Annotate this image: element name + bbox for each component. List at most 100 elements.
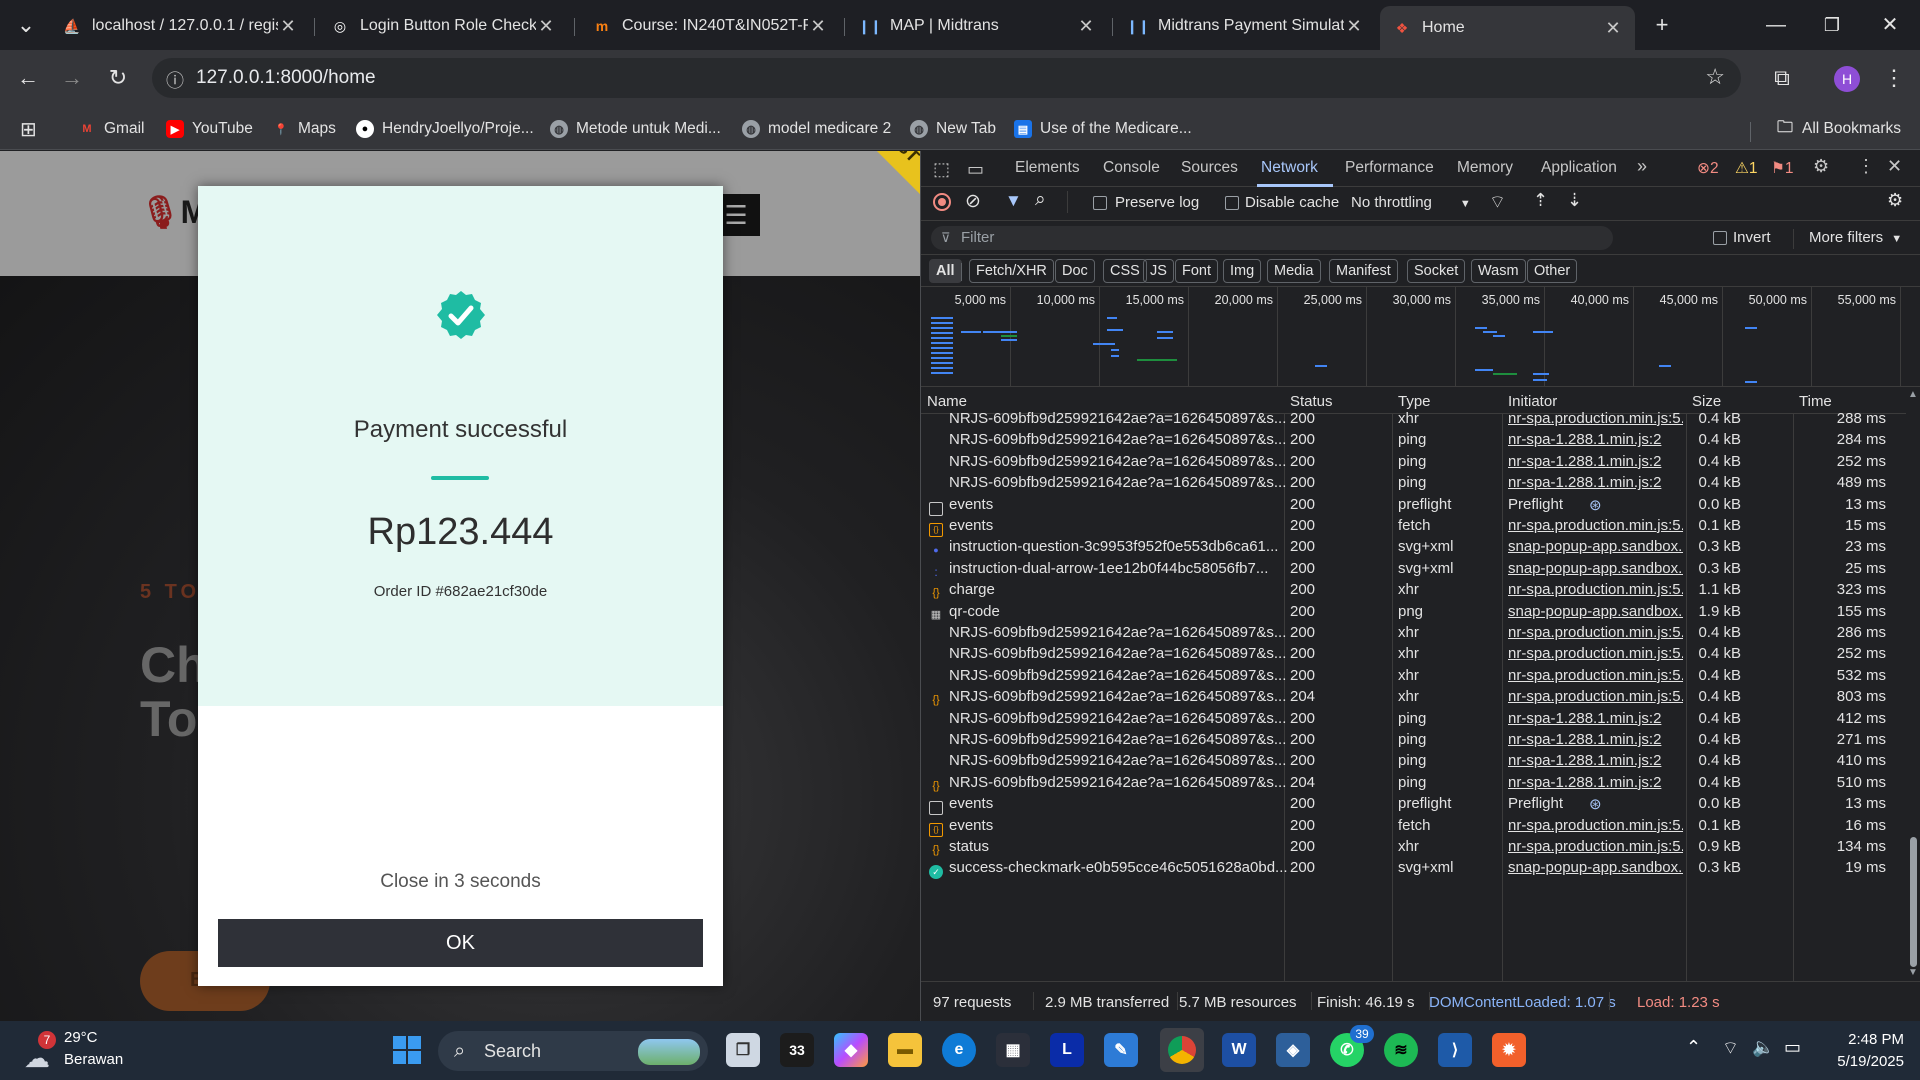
type-all[interactable]: All (929, 259, 962, 283)
clock-time[interactable]: 2:48 PM (1834, 1031, 1904, 1048)
tab-sources[interactable]: Sources (1181, 159, 1238, 177)
device-toolbar-icon[interactable]: ▭ (967, 159, 984, 180)
volume-icon[interactable]: 🔈 (1752, 1037, 1774, 1058)
chrome-icon[interactable] (1160, 1028, 1204, 1072)
filter-funnel-icon[interactable]: ▼ (1005, 191, 1022, 211)
tab-midtrans-map[interactable]: ❙❙ MAP | Midtrans ✕ (848, 8, 1108, 44)
tab-home[interactable]: ❖ Home ✕ (1380, 6, 1635, 50)
type-js[interactable]: JS (1143, 259, 1174, 283)
window-close-icon[interactable]: ✕ (1876, 11, 1904, 39)
scroll-down-icon[interactable]: ▼ (1908, 967, 1918, 978)
table-row[interactable]: {} events 200 fetch nr-spa.production.min.js… (921, 816, 1906, 837)
app-l-icon[interactable]: L (1050, 1033, 1084, 1067)
preserve-log-checkbox[interactable] (1093, 196, 1107, 210)
taskbar-search[interactable]: ⌕ Search (438, 1031, 708, 1071)
table-row[interactable]: NRJS-609bfb9d259921642ae?a=1626450897&s.… (921, 409, 1906, 430)
mysql-workbench-icon[interactable]: ◈ (1276, 1033, 1310, 1067)
close-icon[interactable]: ✕ (536, 16, 556, 37)
download-har-icon[interactable]: ⇣ (1567, 190, 1582, 211)
column-initiator-header[interactable]: Initiator (1508, 393, 1557, 410)
clear-icon[interactable]: ⊘ (965, 190, 981, 213)
minimize-icon[interactable]: — (1762, 11, 1790, 39)
ok-button[interactable]: OK (218, 919, 703, 967)
bookmark-gmail[interactable]: M Gmail (78, 116, 144, 142)
weather-widget[interactable]: ☁ 7 (20, 1031, 60, 1073)
tab-midtrans-simulator[interactable]: ❙❙ Midtrans Payment Simulat ✕ (1116, 8, 1376, 44)
upload-har-icon[interactable]: ⇡ (1533, 190, 1548, 211)
task-view-icon[interactable]: ❐ (726, 1033, 760, 1067)
column-time-header[interactable]: Time (1799, 393, 1832, 410)
more-tabs-icon[interactable]: » (1637, 156, 1647, 177)
close-icon[interactable]: ✕ (808, 16, 828, 37)
network-conditions-icon[interactable]: ⌔ (1489, 191, 1506, 214)
apps-grid-icon[interactable]: ⊞ (20, 116, 37, 142)
tab-moodle[interactable]: m Course: IN240T&IN052T-PI ✕ (580, 8, 840, 44)
edge-icon[interactable]: e (942, 1033, 976, 1067)
preflight-link-icon[interactable]: ⊛ (1589, 496, 1602, 514)
throttling-select[interactable]: No throttling ▼ (1351, 194, 1471, 211)
table-row[interactable]: {} events 200 fetch nr-spa.production.min.js… (921, 516, 1906, 537)
close-icon[interactable]: ✕ (1344, 16, 1364, 37)
tab-console[interactable]: Console (1103, 159, 1160, 177)
profile-avatar[interactable]: H (1834, 66, 1860, 92)
scroll-up-icon[interactable]: ▲ (1908, 389, 1918, 400)
table-row[interactable]: events 200 preflight Preflight 0.0 kB 13 ms ⊛ (921, 794, 1906, 816)
invert-checkbox[interactable] (1713, 231, 1727, 245)
table-row[interactable]: NRJS-609bfb9d259921642ae?a=1626450897&s.… (921, 644, 1906, 665)
devtools-menu-icon[interactable]: ⋮ (1857, 156, 1875, 177)
extensions-icon[interactable]: ⧉ (1768, 64, 1796, 92)
tab-performance[interactable]: Performance (1345, 159, 1434, 177)
table-row[interactable]: {} status 200 xhr nr-spa.production.min.js:5… (921, 837, 1906, 858)
issues-counter[interactable]: ⚑1 (1771, 159, 1794, 178)
devtools-close-icon[interactable]: ✕ (1887, 156, 1902, 177)
type-manifest[interactable]: Manifest (1329, 259, 1398, 283)
close-icon[interactable]: ✕ (1603, 18, 1623, 39)
word-icon[interactable]: W (1222, 1033, 1256, 1067)
tab-phpmyadmin[interactable]: ⛵ localhost / 127.0.0.1 / regis ✕ (50, 8, 310, 44)
app-33-icon[interactable]: 33 (780, 1033, 814, 1067)
table-scrollbar[interactable]: ▲ ▼ (1906, 387, 1920, 981)
postman-icon[interactable]: ✹ (1492, 1033, 1526, 1067)
tray-expand-icon[interactable]: ⌃ (1686, 1037, 1701, 1058)
table-row[interactable]: ● instruction-question-3c9953f952f0e553db… (921, 537, 1906, 558)
disable-cache-checkbox[interactable] (1225, 196, 1239, 210)
microsoft-store-icon[interactable]: ▦ (996, 1033, 1030, 1067)
filter-input[interactable]: ⊽ Filter (931, 226, 1613, 250)
back-icon[interactable]: ← (14, 64, 42, 92)
type-media[interactable]: Media (1267, 259, 1321, 283)
bookmark-medicare[interactable]: ▤ Use of the Medicare... (1014, 116, 1192, 142)
battery-icon[interactable]: ▭ (1784, 1037, 1801, 1058)
close-icon[interactable]: ✕ (1076, 16, 1096, 37)
new-tab-icon[interactable]: + (1648, 11, 1676, 39)
copilot-icon[interactable]: ◆ (834, 1033, 868, 1067)
forward-icon[interactable]: → (58, 64, 86, 92)
table-row[interactable]: NRJS-609bfb9d259921642ae?a=1626450897&s.… (921, 623, 1906, 644)
type-socket[interactable]: Socket (1407, 259, 1466, 283)
column-size-header[interactable]: Size (1692, 393, 1721, 410)
close-icon[interactable]: ✕ (278, 16, 298, 37)
table-row[interactable]: ✓ success-checkmark-e0b595cce46c5051628a0… (921, 858, 1906, 880)
inspect-element-icon[interactable]: ⬚ (933, 159, 950, 180)
network-overview-timeline[interactable]: 5,000 ms 10,000 ms 15,000 ms 20,000 ms 25,00… (921, 287, 1920, 387)
table-row[interactable]: : instruction-dual-arrow-1ee12b0f44bc5805… (921, 559, 1906, 580)
tab-elements[interactable]: Elements (1015, 159, 1080, 177)
tab-chatgpt[interactable]: ◎ Login Button Role Check ✕ (318, 8, 568, 44)
type-doc[interactable]: Doc (1055, 259, 1095, 283)
reload-icon[interactable]: ↻ (104, 64, 132, 92)
record-icon[interactable] (933, 193, 951, 211)
start-windows-icon[interactable] (390, 1033, 424, 1067)
tab-application[interactable]: Application (1541, 159, 1617, 177)
bookmark-maps[interactable]: 📍 Maps (272, 116, 336, 142)
preflight-link-icon[interactable]: ⊛ (1589, 795, 1602, 813)
type-css[interactable]: CSS (1103, 259, 1147, 283)
menu-kebab-icon[interactable]: ⋮ (1880, 64, 1908, 92)
type-fetch-xhr[interactable]: Fetch/XHR (969, 259, 1054, 283)
table-row[interactable]: ▦ qr-code 200 png snap-popup-app.sandbox... 1… (921, 602, 1906, 623)
restore-icon[interactable]: ❐ (1818, 11, 1846, 39)
table-row[interactable]: NRJS-609bfb9d259921642ae?a=1626450897&s.… (921, 430, 1906, 451)
table-row[interactable]: NRJS-609bfb9d259921642ae?a=1626450897&s.… (921, 473, 1906, 494)
file-explorer-icon[interactable]: ▬ (888, 1033, 922, 1067)
type-wasm[interactable]: Wasm (1471, 259, 1526, 283)
table-row[interactable]: {} charge 200 xhr nr-spa.production.min.js:5… (921, 580, 1906, 601)
app-pen-icon[interactable]: ✎ (1104, 1033, 1138, 1067)
